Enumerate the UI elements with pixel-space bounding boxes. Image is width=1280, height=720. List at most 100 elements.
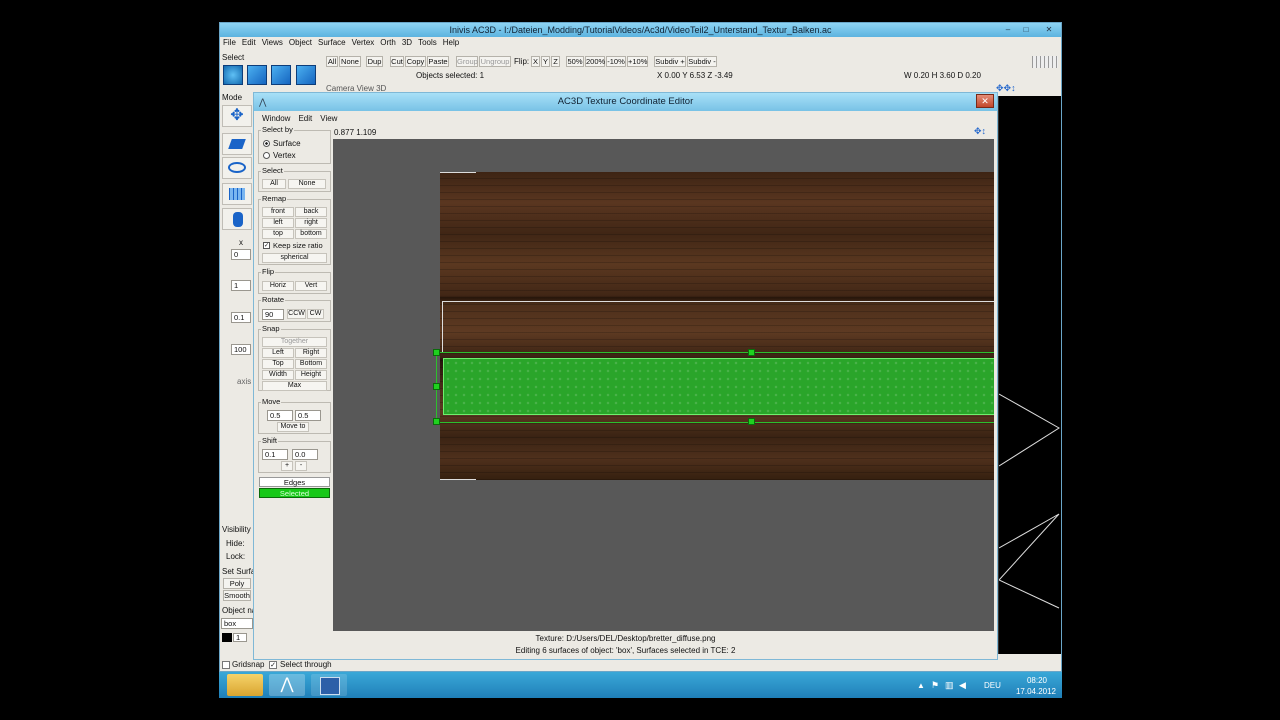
snap-top-button[interactable]: Top bbox=[262, 359, 294, 369]
cut-button[interactable]: Cut bbox=[390, 56, 404, 67]
snap-height-button[interactable]: Height bbox=[295, 370, 327, 380]
gridsnap-checkbox[interactable] bbox=[222, 661, 230, 669]
rotate-cw-button[interactable]: CW bbox=[307, 309, 324, 319]
maximize-button[interactable]: □ bbox=[1019, 24, 1033, 35]
rotate-ccw-button[interactable]: CCW bbox=[287, 309, 306, 319]
scale-plus10-button[interactable]: +10% bbox=[627, 56, 648, 67]
select-through-checkbox[interactable]: ✓ bbox=[269, 661, 277, 669]
param-field-4[interactable]: 100 bbox=[231, 344, 251, 355]
uv-editor-canvas[interactable] bbox=[333, 139, 994, 631]
tce-close-icon[interactable]: ✕ bbox=[976, 94, 994, 108]
param-field-1[interactable]: 0 bbox=[231, 249, 251, 260]
object-name-field[interactable]: box bbox=[221, 618, 253, 629]
ungroup-button[interactable]: Ungroup bbox=[479, 56, 511, 67]
volume-icon[interactable]: ◀ bbox=[959, 680, 966, 691]
flip-vert-button[interactable]: Vert bbox=[295, 281, 327, 291]
snap-together-button[interactable]: Together bbox=[262, 337, 327, 347]
resize-handle-tl[interactable] bbox=[433, 349, 440, 356]
ellipse-tool-icon[interactable] bbox=[222, 157, 252, 179]
flip-y-button[interactable]: Y bbox=[541, 56, 550, 67]
copy-button[interactable]: Copy bbox=[405, 56, 426, 67]
3d-viewport[interactable] bbox=[998, 96, 1061, 654]
snap-max-button[interactable]: Max bbox=[262, 381, 327, 391]
language-indicator[interactable]: DEU bbox=[984, 681, 1001, 690]
cylinder-tool-icon[interactable] bbox=[222, 208, 252, 230]
remap-top-button[interactable]: top bbox=[262, 229, 294, 239]
move-x-field[interactable]: 0.5 bbox=[267, 410, 293, 421]
file-explorer-icon[interactable] bbox=[227, 674, 263, 696]
scale-minus10-button[interactable]: -10% bbox=[606, 56, 626, 67]
all-button[interactable]: All bbox=[326, 56, 338, 67]
color-swatch[interactable] bbox=[222, 633, 232, 642]
paste-button[interactable]: Paste bbox=[427, 56, 449, 67]
menu-views[interactable]: Views bbox=[259, 37, 286, 49]
menu-orth[interactable]: Orth bbox=[377, 37, 399, 49]
shift-x-field[interactable]: 0.1 bbox=[262, 449, 288, 460]
shift-minus-button[interactable]: - bbox=[295, 461, 307, 471]
disk-app-icon[interactable] bbox=[311, 674, 347, 696]
tce-all-button[interactable]: All bbox=[262, 179, 286, 189]
tce-menu-window[interactable]: Window bbox=[258, 113, 294, 125]
poly-button[interactable]: Poly bbox=[223, 578, 251, 589]
view-nav-icons[interactable]: ✥✥↕ bbox=[996, 83, 1026, 93]
menu-3d[interactable]: 3D bbox=[399, 37, 415, 49]
select-surfaces-icon[interactable] bbox=[271, 65, 291, 85]
select-vertices-icon[interactable] bbox=[223, 65, 243, 85]
rotate-angle-field[interactable]: 90 bbox=[262, 309, 284, 320]
menu-object[interactable]: Object bbox=[286, 37, 315, 49]
flag-icon[interactable]: ⚑ bbox=[931, 680, 939, 691]
tce-title-bar[interactable]: AC3D Texture Coordinate Editor bbox=[254, 93, 997, 111]
tce-menu-edit[interactable]: Edit bbox=[294, 113, 316, 125]
move-to-button[interactable]: Move to bbox=[277, 422, 309, 432]
resize-handle-bl[interactable] bbox=[433, 418, 440, 425]
network-icon[interactable]: ▥ bbox=[945, 680, 954, 691]
menu-vertex[interactable]: Vertex bbox=[349, 37, 378, 49]
menu-edit[interactable]: Edit bbox=[239, 37, 259, 49]
snap-left-button[interactable]: Left bbox=[262, 348, 294, 358]
snap-width-button[interactable]: Width bbox=[262, 370, 294, 380]
spherical-button[interactable]: spherical bbox=[262, 253, 327, 263]
shift-plus-button[interactable]: + bbox=[281, 461, 293, 471]
scale-200-button[interactable]: 200% bbox=[585, 56, 605, 67]
dup-button[interactable]: Dup bbox=[366, 56, 383, 67]
tce-none-button[interactable]: None bbox=[288, 179, 326, 189]
select-group-icon[interactable] bbox=[296, 65, 316, 85]
grid-toggle-icon[interactable] bbox=[1032, 56, 1058, 68]
keep-size-ratio-checkbox[interactable]: ✓ bbox=[263, 242, 270, 249]
resize-handle-t[interactable] bbox=[748, 349, 755, 356]
menu-surface[interactable]: Surface bbox=[315, 37, 349, 49]
smooth-button[interactable]: Smooth bbox=[223, 590, 251, 601]
flip-x-button[interactable]: X bbox=[531, 56, 540, 67]
shift-y-field[interactable]: 0.0 bbox=[292, 449, 318, 460]
none-button[interactable]: None bbox=[339, 56, 361, 67]
tce-menu-view[interactable]: View bbox=[316, 113, 341, 125]
uv-surface-outline[interactable] bbox=[442, 301, 994, 353]
remap-right-button[interactable]: right bbox=[295, 218, 327, 228]
flip-z-button[interactable]: Z bbox=[551, 56, 560, 67]
remap-bottom-button[interactable]: bottom bbox=[295, 229, 327, 239]
layer-field[interactable]: 1 bbox=[233, 633, 247, 642]
snap-right-button[interactable]: Right bbox=[295, 348, 327, 358]
tce-pan-icon[interactable]: ✥↕ bbox=[974, 126, 986, 137]
param-field-2[interactable]: 1 bbox=[231, 280, 251, 291]
param-field-3[interactable]: 0.1 bbox=[231, 312, 251, 323]
resize-handle-l[interactable] bbox=[433, 383, 440, 390]
app-title-bar[interactable]: Inivis AC3D - I:/Dateien_Modding/Tutoria… bbox=[220, 23, 1061, 37]
vertex-radio[interactable] bbox=[263, 152, 270, 159]
resize-handle-b[interactable] bbox=[748, 418, 755, 425]
minimize-button[interactable]: – bbox=[1001, 24, 1015, 35]
remap-back-button[interactable]: back bbox=[295, 207, 327, 217]
polygon-tool-icon[interactable] bbox=[222, 133, 252, 155]
remap-left-button[interactable]: left bbox=[262, 218, 294, 228]
subdiv-plus-button[interactable]: Subdiv + bbox=[654, 56, 686, 67]
flip-horiz-button[interactable]: Horiz bbox=[262, 281, 294, 291]
clock-date[interactable]: 17.04.2012 bbox=[1013, 687, 1059, 696]
move-y-field[interactable]: 0.5 bbox=[295, 410, 321, 421]
surface-radio[interactable] bbox=[263, 140, 270, 147]
remap-front-button[interactable]: front bbox=[262, 207, 294, 217]
close-button[interactable]: ✕ bbox=[1042, 24, 1056, 35]
select-objects-icon[interactable] bbox=[247, 65, 267, 85]
selected-uv-surface[interactable] bbox=[443, 358, 994, 415]
snap-bottom-button[interactable]: Bottom bbox=[295, 359, 327, 369]
scale-50-button[interactable]: 50% bbox=[566, 56, 584, 67]
